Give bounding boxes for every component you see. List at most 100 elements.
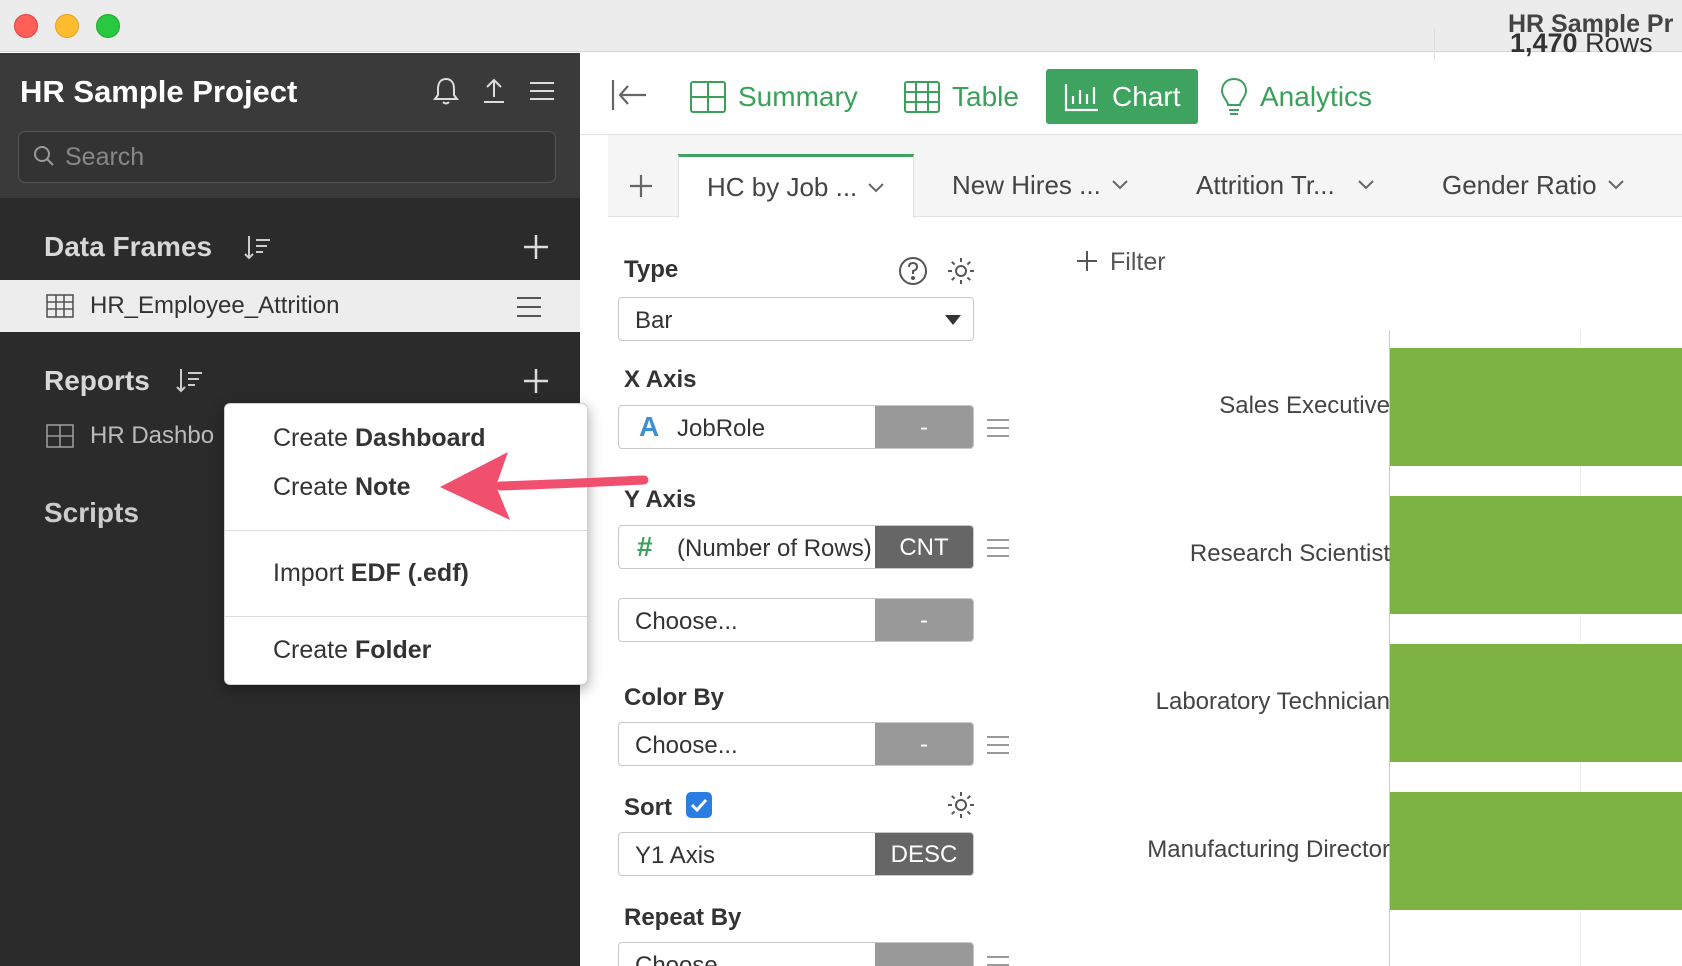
- data-frames-title: Data Frames: [44, 231, 213, 262]
- tab-label: Attrition Tr...: [1196, 169, 1335, 200]
- chart-tabs: HC by Job ... New Hires ... Attrition Tr…: [608, 135, 1682, 218]
- x-axis-label: X Axis: [624, 366, 697, 393]
- chart-bar[interactable]: [1390, 496, 1682, 614]
- tab-label: New Hires ...: [952, 169, 1101, 200]
- number-type-icon: #: [637, 531, 653, 562]
- table-icon: [904, 80, 940, 113]
- chevron-down-icon[interactable]: [867, 182, 885, 194]
- chart-type-select[interactable]: Bar: [618, 297, 974, 341]
- y-axis-column: (Number of Rows): [677, 535, 872, 562]
- y-axis-field[interactable]: # (Number of Rows) CNT: [618, 525, 974, 569]
- repeat-by-menu-icon[interactable]: [986, 955, 1010, 966]
- repeat-by-placeholder: Choose...: [635, 952, 738, 966]
- toolbar: Summary Table Chart Analytics: [580, 53, 1682, 135]
- x-axis-field[interactable]: A JobRole -: [618, 405, 974, 449]
- collapse-sidebar-icon[interactable]: [610, 77, 650, 113]
- data-frame-item[interactable]: HR_Employee_Attrition: [0, 280, 580, 332]
- close-window-button[interactable]: [14, 14, 38, 38]
- search-icon: [34, 146, 54, 166]
- chart-bar[interactable]: [1390, 644, 1682, 762]
- x-axis-menu-icon[interactable]: [986, 418, 1010, 438]
- add-report-icon[interactable]: [522, 367, 550, 395]
- gear-icon[interactable]: [946, 256, 976, 286]
- y-axis-aggregation[interactable]: CNT: [875, 526, 973, 568]
- zoom-window-button[interactable]: [96, 14, 120, 38]
- tab-gender-ratio[interactable]: Gender Ratio: [1442, 153, 1625, 217]
- y2-axis-field[interactable]: Choose... -: [618, 598, 974, 642]
- chart-bar[interactable]: [1390, 792, 1682, 910]
- sort-settings-gear-icon[interactable]: [946, 790, 976, 820]
- menu-item-keyword: EDF (.edf): [350, 559, 469, 587]
- color-by-menu-icon[interactable]: [986, 735, 1010, 755]
- plus-icon: [1077, 251, 1097, 271]
- chevron-down-icon[interactable]: [1357, 179, 1375, 191]
- sort-order[interactable]: DESC: [875, 833, 973, 875]
- tab-new-hires[interactable]: New Hires ...: [952, 153, 1129, 217]
- sort-label: Sort: [624, 794, 672, 821]
- sort-field[interactable]: Y1 Axis DESC: [618, 832, 974, 876]
- summary-button[interactable]: Summary: [690, 69, 858, 124]
- help-icon[interactable]: [898, 256, 928, 286]
- menu-item-create-note[interactable]: Create Note: [273, 473, 411, 502]
- chevron-down-icon[interactable]: [1111, 179, 1129, 191]
- bell-icon[interactable]: [430, 75, 462, 107]
- menu-item-prefix: Create: [273, 424, 355, 452]
- toolbar-divider: [1434, 28, 1435, 60]
- color-by-placeholder: Choose...: [635, 732, 738, 759]
- sort-icon[interactable]: [174, 366, 204, 396]
- x-axis-aggregation[interactable]: -: [875, 406, 973, 448]
- row-count-label: Rows: [1585, 28, 1653, 58]
- menu-icon[interactable]: [526, 75, 558, 107]
- repeat-by-aggregation[interactable]: [875, 943, 973, 966]
- add-data-frame-icon[interactable]: [522, 233, 550, 261]
- title-bar: HR Sample Pr: [0, 0, 1682, 52]
- chart-button[interactable]: Chart: [1046, 69, 1199, 124]
- reports-title: Reports: [44, 365, 150, 396]
- menu-item-prefix: Create: [273, 473, 355, 501]
- y2-axis-aggregation[interactable]: -: [875, 599, 973, 641]
- lightbulb-icon: [1220, 77, 1248, 115]
- table-label: Table: [952, 80, 1019, 112]
- bar-chart-icon: [1064, 83, 1098, 111]
- tab-label: Gender Ratio: [1442, 169, 1597, 200]
- annotation-arrow-icon: [440, 452, 649, 520]
- data-frame-label: HR_Employee_Attrition: [90, 292, 340, 319]
- category-tick-label: Research Scientist: [1189, 540, 1390, 567]
- chart-bar[interactable]: [1390, 348, 1682, 466]
- search-box: [18, 131, 556, 183]
- color-by-field[interactable]: Choose... -: [618, 722, 974, 766]
- menu-item-create-folder[interactable]: Create Folder: [273, 636, 431, 665]
- upload-icon[interactable]: [478, 75, 510, 107]
- caret-down-icon: [945, 315, 961, 325]
- dashboard-icon: [46, 424, 74, 448]
- minimize-window-button[interactable]: [55, 14, 79, 38]
- tab-label: HC by Job ...: [707, 172, 858, 202]
- tab-attrition-trend[interactable]: Attrition Tr...: [1196, 153, 1375, 217]
- y2-axis-placeholder: Choose...: [635, 608, 738, 635]
- y-axis-menu-icon[interactable]: [986, 538, 1010, 558]
- table-button[interactable]: Table: [904, 69, 1019, 124]
- sort-icon[interactable]: [242, 233, 272, 263]
- sort-checkbox[interactable]: [686, 792, 712, 818]
- menu-item-keyword: Note: [354, 473, 411, 501]
- chart-type-value: Bar: [635, 307, 673, 334]
- x-axis-column: JobRole: [677, 415, 766, 442]
- chart-label: Chart: [1112, 80, 1181, 112]
- report-item-label[interactable]: HR Dashbo: [90, 422, 214, 450]
- repeat-by-field[interactable]: Choose...: [618, 942, 974, 966]
- color-by-aggregation[interactable]: -: [875, 723, 973, 765]
- row-count-value: 1,470: [1510, 28, 1578, 58]
- search-input[interactable]: [65, 140, 545, 174]
- data-frame-menu-icon[interactable]: [516, 296, 542, 318]
- add-filter-button[interactable]: Filter: [1076, 248, 1166, 277]
- category-tick-label: Sales Executive: [1219, 392, 1390, 419]
- table-icon: [46, 294, 74, 318]
- menu-separator: [225, 530, 587, 531]
- add-tab-icon[interactable]: [628, 173, 654, 199]
- analytics-button[interactable]: Analytics: [1220, 69, 1372, 124]
- menu-item-prefix: Import: [273, 559, 351, 587]
- chevron-down-icon[interactable]: [1607, 179, 1625, 191]
- tab-hc-by-job[interactable]: HC by Job ...: [678, 154, 915, 218]
- menu-item-import-edf[interactable]: Import EDF (.edf): [273, 559, 469, 588]
- category-tick-label: Laboratory Technician: [1155, 688, 1390, 715]
